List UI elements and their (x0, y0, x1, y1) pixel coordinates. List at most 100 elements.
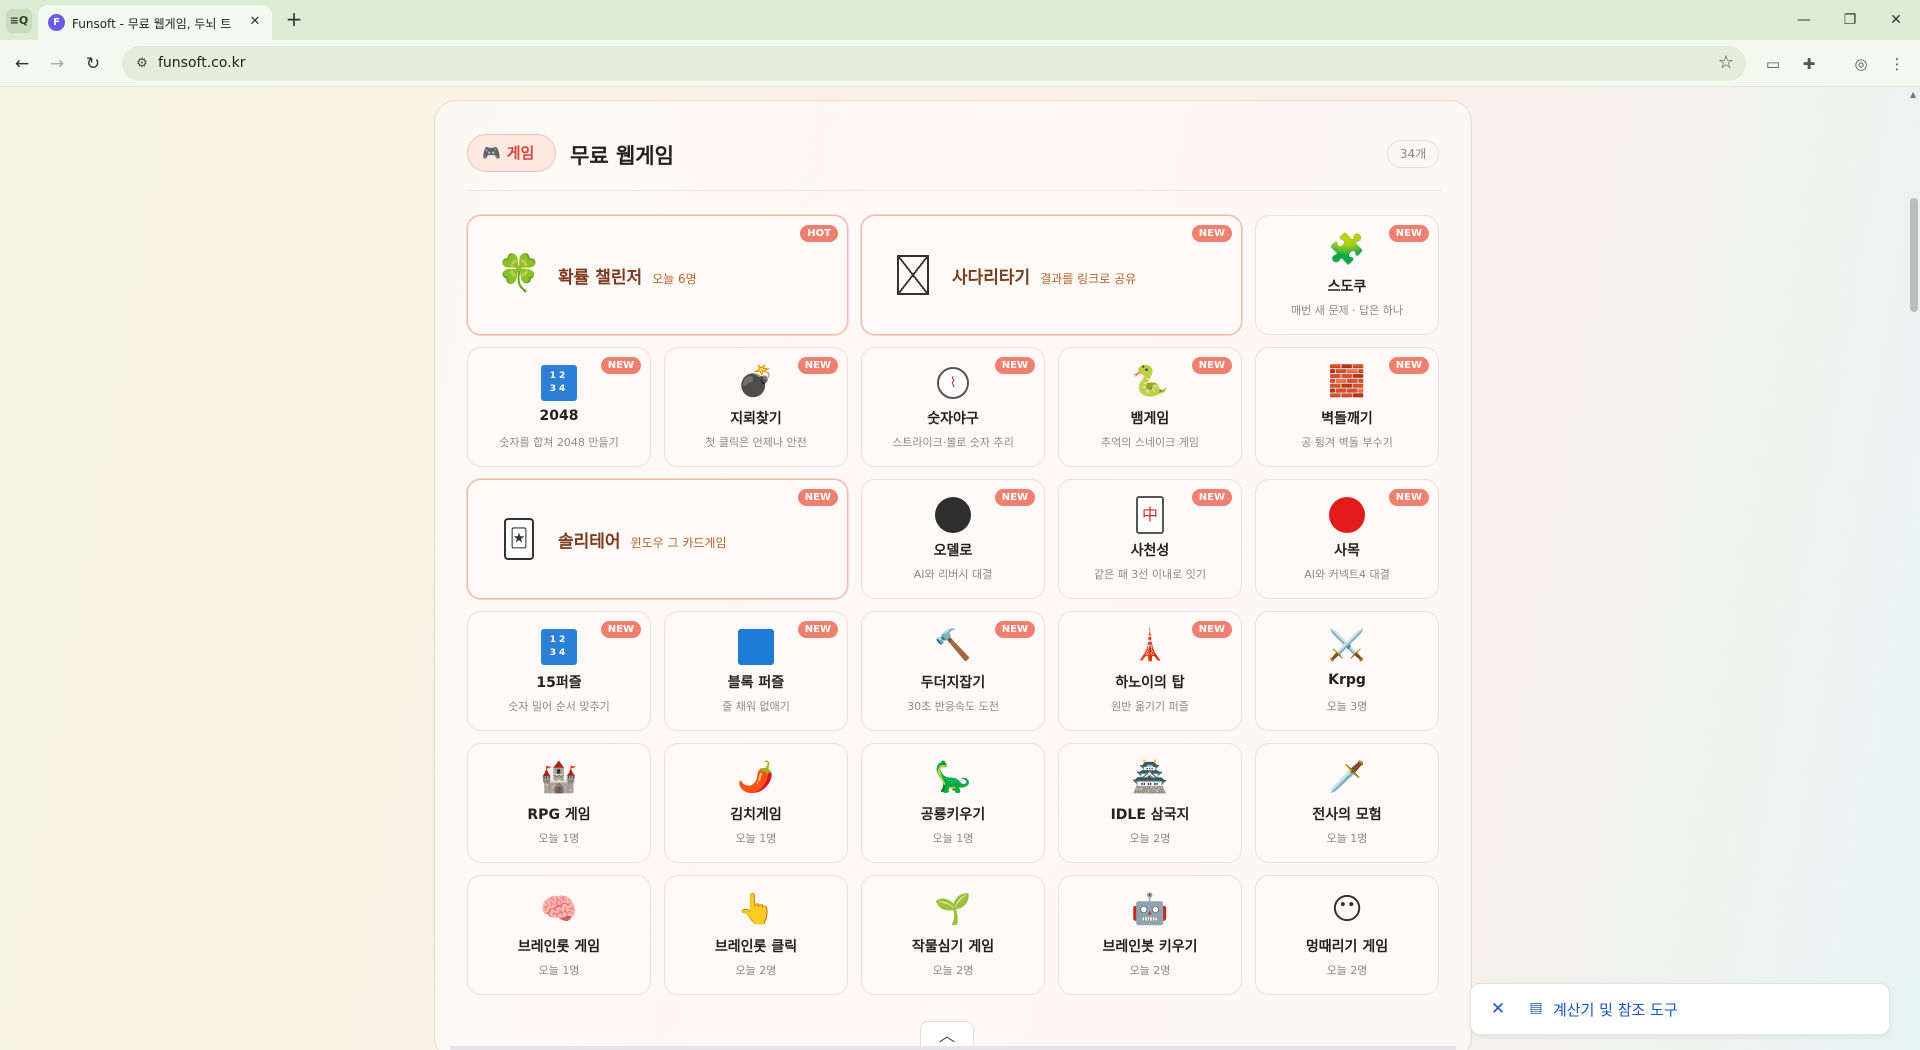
status-badge: HOT (800, 225, 838, 242)
number-tile-icon: 12 34 (541, 628, 577, 665)
game-subtitle: 공 튕겨 벽돌 부수기 (1301, 436, 1393, 449)
game-card-벽돌깨기[interactable]: 🧱 벽돌깨기 공 튕겨 벽돌 부수기 NEW (1255, 347, 1439, 467)
game-card-확률-챌린저[interactable]: 🍀 확률 챌린저 오늘 6명 HOT (467, 215, 848, 335)
game-name: 벽돌깨기 (1321, 411, 1373, 427)
game-card-공룡키우기[interactable]: 🦕 공룡키우기 오늘 1명 (861, 743, 1045, 863)
game-name: 작물심기 게임 (911, 939, 995, 955)
game-card-지뢰찾기[interactable]: 💣 지뢰찾기 첫 클릭은 언제나 안전 NEW (664, 347, 848, 467)
extensions-icon[interactable]: ✚ (1798, 53, 1820, 75)
status-badge: NEW (994, 621, 1035, 638)
game-subtitle: 오늘 6명 (652, 272, 697, 286)
emoji-icon: 🧩 (1328, 232, 1366, 267)
menu-icon[interactable]: ⋮ (1886, 53, 1908, 75)
reload-icon[interactable]: ↻ (80, 51, 106, 77)
minimize-icon[interactable]: — (1784, 8, 1824, 32)
status-badge: NEW (1388, 225, 1429, 242)
emoji-icon: 👆 (737, 892, 775, 927)
game-subtitle: 오늘 1명 (538, 964, 580, 977)
game-card-블록-퍼즐[interactable]: 블록 퍼즐 줄 채워 없애기 NEW (664, 611, 848, 731)
game-card-뱀게임[interactable]: 🐍 뱀게임 추억의 스네이크 게임 NEW (1058, 347, 1242, 467)
emoji-icon: 🗡️ (1328, 760, 1366, 795)
game-card-브레인롯-게임[interactable]: 🧠 브레인롯 게임 오늘 1명 (467, 875, 651, 995)
game-card-15퍼즐[interactable]: 12 34 15퍼즐 숫자 밀어 순서 맞추기 NEW (467, 611, 651, 731)
game-subtitle: 윈도우 그 카드게임 (630, 536, 727, 550)
game-icon: 🌶️ (665, 758, 847, 798)
emoji-icon: 🧠 (540, 892, 578, 927)
game-name: 브레인롯 클릭 (714, 939, 798, 955)
cast-icon[interactable]: ▭ (1762, 53, 1784, 75)
tab-search-icon[interactable]: ≡Q (6, 9, 32, 33)
profile-icon[interactable]: ◎ (1850, 53, 1872, 75)
favicon-icon: F (48, 14, 65, 31)
game-card-사천성[interactable]: 中 사천성 같은 패 3선 이내로 잇기 NEW (1058, 479, 1242, 599)
scrollbar[interactable]: ▲ (1908, 88, 1920, 1050)
category-pill[interactable]: 🎮 게임 (467, 134, 556, 172)
game-card-사다리타기[interactable]: 사다리타기 결과를 링크로 공유 NEW (861, 215, 1242, 335)
game-subtitle: 결과를 링크로 공유 (1040, 272, 1137, 286)
game-card-솔리테어[interactable]: 🃏 솔리테어 윈도우 그 카드게임 NEW (467, 479, 848, 599)
emoji-icon: 🔨 (934, 628, 972, 663)
number-tile-icon: 12 34 (541, 364, 577, 401)
game-icon: 🧠 (468, 890, 650, 930)
address-bar[interactable]: ⚙ funsoft.co.kr ☆ (122, 46, 1746, 81)
status-badge: NEW (1191, 621, 1232, 638)
game-card-스도쿠[interactable]: 🧩 스도쿠 매번 새 문제 · 답은 하나 NEW (1255, 215, 1439, 335)
reference-tools-popup[interactable]: ✕ ▤ 계산기 및 참조 도구 (1470, 983, 1890, 1035)
tab-close-icon[interactable]: ✕ (246, 13, 264, 31)
game-name: 스도쿠 (1327, 279, 1367, 295)
game-title-row: 확률 챌린저 오늘 6명 (558, 263, 697, 288)
game-subtitle: 오늘 2명 (1129, 832, 1171, 845)
game-card-전사의-모험[interactable]: 🗡️ 전사의 모험 오늘 1명 (1255, 743, 1439, 863)
tab-strip: ≡Q F Funsoft - 무료 웹게임, 두뇌 트 ✕ + — ❐ ✕ (0, 0, 1920, 40)
scroll-thumb[interactable] (1910, 198, 1918, 312)
browser-tab[interactable]: F Funsoft - 무료 웹게임, 두뇌 트 ✕ (38, 5, 272, 40)
restore-icon[interactable]: ❐ (1830, 8, 1870, 32)
game-card-하노이의-탑[interactable]: 🗼 하노이의 탑 원반 옮기기 퍼즐 NEW (1058, 611, 1242, 731)
game-card-작물심기-게임[interactable]: 🌱 작물심기 게임 오늘 2명 (861, 875, 1045, 995)
site-info-icon[interactable]: ⚙ (132, 54, 152, 74)
back-icon[interactable]: ← (9, 51, 35, 77)
game-name: RPG 게임 (527, 807, 591, 823)
forward-icon[interactable]: → (44, 51, 70, 77)
scroll-up-arrow-icon[interactable]: ▲ (1910, 90, 1916, 99)
game-title-row: 사다리타기 결과를 링크로 공유 (952, 263, 1136, 288)
game-card-멍때리기-게임[interactable]: 😶 멍때리기 게임 오늘 2명 (1255, 875, 1439, 995)
game-card-숫자야구[interactable]: ⌇ 숫자야구 스트라이크·볼로 숫자 추리 NEW (861, 347, 1045, 467)
status-badge: NEW (1191, 357, 1232, 374)
game-card-krpg[interactable]: ⚔️ Krpg 오늘 3명 (1255, 611, 1439, 731)
game-card-김치게임[interactable]: 🌶️ 김치게임 오늘 1명 (664, 743, 848, 863)
game-subtitle: 오늘 1명 (1326, 832, 1368, 845)
game-name: 솔리테어 (558, 532, 621, 552)
baseball-icon: ⌇ (937, 366, 969, 399)
window-close-icon[interactable]: ✕ (1876, 8, 1916, 32)
mahjong-tile-icon: 中 (1136, 495, 1164, 534)
game-subtitle: 오늘 2명 (932, 964, 974, 977)
game-card-사목[interactable]: 사목 AI와 커넥트4 대결 NEW (1255, 479, 1439, 599)
tab-title: Funsoft - 무료 웹게임, 두뇌 트 (72, 17, 232, 31)
game-card-idle-삼국지[interactable]: 🏯 IDLE 삼국지 오늘 2명 (1058, 743, 1242, 863)
game-name: 사다리타기 (952, 268, 1031, 288)
bookmark-star-icon[interactable]: ☆ (1718, 52, 1734, 73)
game-card-브레인봇-키우기[interactable]: 🤖 브레인봇 키우기 오늘 2명 (1058, 875, 1242, 995)
emoji-icon: 🐍 (1131, 364, 1169, 399)
status-badge: NEW (1388, 489, 1429, 506)
game-count-badge: 34개 (1387, 140, 1439, 168)
browser-toolbar: ← → ↻ ⚙ funsoft.co.kr ☆ ▭ ✚ ◎ ⋮ (0, 40, 1920, 87)
game-card-rpg-게임[interactable]: 🏰 RPG 게임 오늘 1명 (467, 743, 651, 863)
red-disc-icon (1329, 496, 1365, 533)
game-card-오델로[interactable]: 오델로 AI와 리버시 대결 NEW (861, 479, 1045, 599)
game-card-브레인롯-클릭[interactable]: 👆 브레인롯 클릭 오늘 2명 (664, 875, 848, 995)
game-icon: 🗡️ (1256, 758, 1438, 798)
reference-tools-label: 계산기 및 참조 도구 (1553, 1001, 1678, 1019)
game-subtitle: 원반 옮기기 퍼즐 (1111, 700, 1189, 713)
new-tab-button[interactable]: + (282, 8, 306, 32)
status-badge: NEW (994, 489, 1035, 506)
game-card-2048[interactable]: 12 34 2048 숫자를 합쳐 2048 만들기 NEW (467, 347, 651, 467)
close-icon[interactable]: ✕ (1487, 998, 1509, 1020)
game-subtitle: 추억의 스네이크 게임 (1100, 436, 1200, 449)
game-subtitle: 오늘 1명 (932, 832, 974, 845)
game-name: Krpg (1328, 672, 1366, 688)
ladder-box-icon (897, 255, 929, 295)
game-subtitle: 첫 클릭은 언제나 안전 (705, 436, 807, 449)
game-card-두더지잡기[interactable]: 🔨 두더지잡기 30초 반응속도 도전 NEW (861, 611, 1045, 731)
